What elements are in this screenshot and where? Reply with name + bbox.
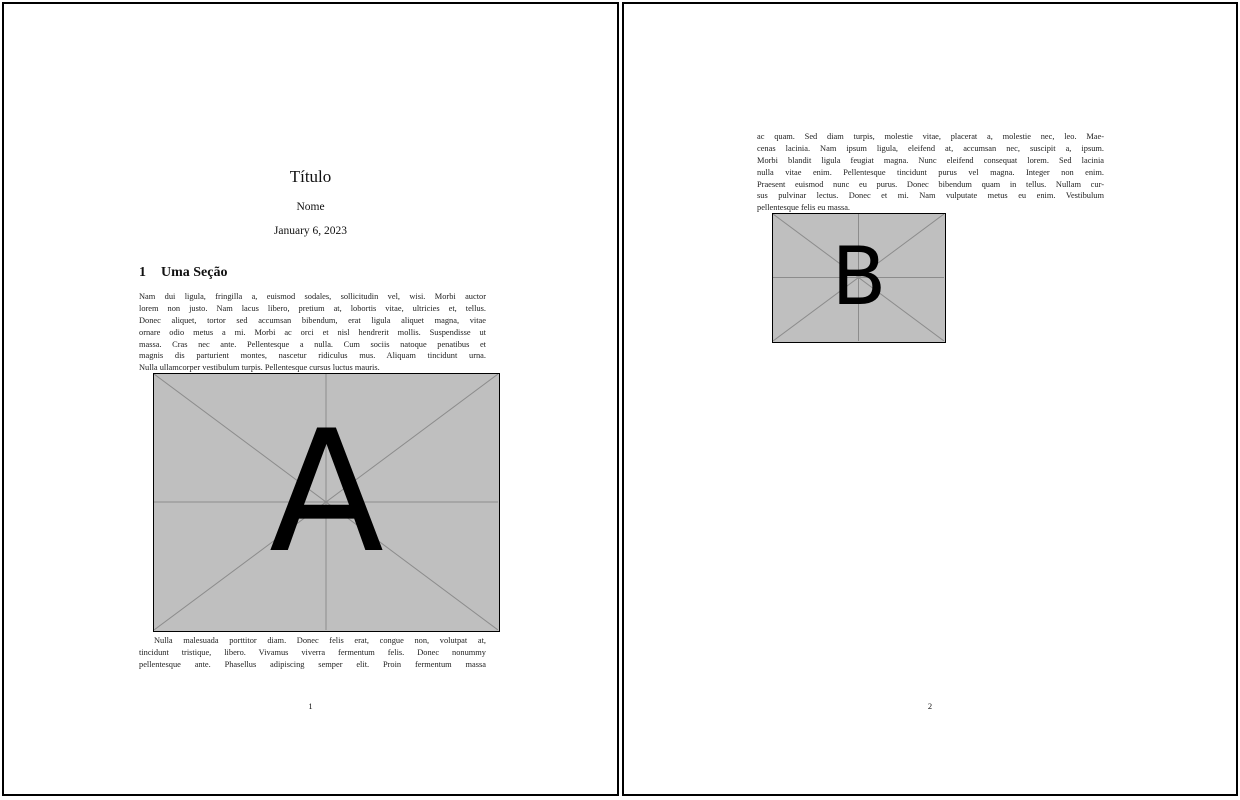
paragraph-line: cenas lacinia. Nam ipsum ligula, eleifen… (757, 143, 1104, 153)
figure-placeholder-a: A (153, 373, 500, 632)
paragraph-continued: ac quam. Sed diam turpis, molestie vitae… (757, 131, 1104, 214)
page-number: 1 (308, 701, 313, 711)
document-page-1: Título Nome January 6, 2023 1 Uma Seção N… (2, 2, 619, 796)
paragraph-1: Nam dui ligula, fringilla a, euismod sod… (139, 291, 486, 374)
section-title: Uma Seção (161, 265, 228, 280)
figure-placeholder-b: B (772, 213, 946, 343)
page-number: 2 (927, 701, 933, 711)
paragraph-line: tincidunt tristique, libero. Vivamus viv… (139, 647, 486, 657)
document-title: Título (289, 167, 332, 186)
paragraph-line: massa. Cras nec ante. Pellentesque a nul… (139, 339, 486, 349)
paragraph-line: sus pulvinar lectus. Donec et mi. Nam vu… (757, 191, 1104, 201)
paragraph-line: Donec aliquet, tortor sed accumsan biben… (139, 315, 486, 325)
section-heading: 1 Uma Seção (139, 265, 228, 281)
section-number: 1 (139, 265, 146, 280)
paragraph-line: ac quam. Sed diam turpis, molestie vitae… (757, 132, 1104, 141)
document-author: Nome (296, 201, 325, 213)
paragraph-2: Nulla malesuada porttitor diam. Donec fe… (139, 635, 486, 671)
paragraph-line: pellentesque ante. Phasellus adipiscing … (139, 659, 486, 669)
paragraph-line: Nam dui ligula, fringilla a, euismod sod… (139, 292, 486, 301)
paragraph-line: Praesent euismod nunc eu purus. Donec bi… (757, 179, 1104, 189)
paragraph-line: ornare odio metus a mi. Morbi ac orci et… (139, 327, 486, 337)
paragraph-line: Nulla malesuada porttitor diam. Donec fe… (154, 636, 486, 645)
figure-letter: B (831, 230, 887, 323)
document-date: January 6, 2023 (273, 225, 348, 237)
paragraph-line: nulla vitae enim. Pellentesque tincidunt… (757, 167, 1104, 177)
paragraph-line: magnis dis parturient montes, nascetur r… (139, 351, 486, 361)
figure-letter: A (269, 394, 384, 590)
paragraph-line: lorem non justo. Nam lacus libero, preti… (139, 303, 486, 313)
document-page-2: ac quam. Sed diam turpis, molestie vitae… (622, 2, 1238, 796)
paragraph-line: Morbi blandit ligula feugiat magna. Nunc… (757, 155, 1104, 165)
